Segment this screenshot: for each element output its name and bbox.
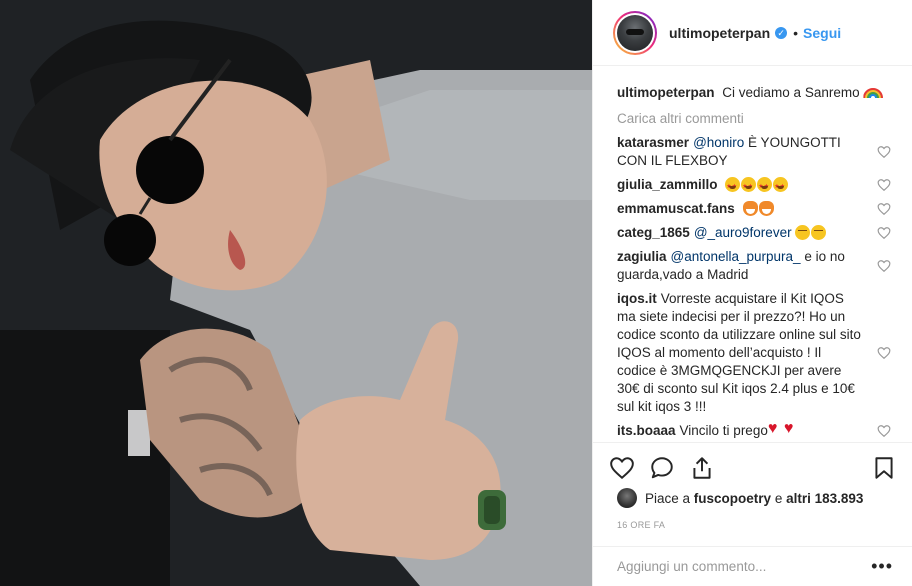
comment-row: iqos.it Vorreste acquistare il Kit IQOS m… [617,290,891,416]
liker-avatar[interactable] [617,488,637,508]
load-more-comments-link[interactable]: Carica altri commenti [617,110,889,128]
bookmark-icon[interactable] [871,455,897,481]
comment-mention[interactable]: @_auro9forever [694,225,792,240]
comment-username[interactable]: zagiulia [617,249,667,264]
star-struck-emoji-icon [773,177,789,196]
more-options-icon[interactable]: ••• [871,556,893,577]
likes-prefix: Piace a [645,490,691,506]
comment-input[interactable] [617,559,872,574]
comment-row: giulia_zammillo [617,176,891,196]
heart-icon[interactable] [609,455,635,481]
heart-outline-icon[interactable] [877,424,891,438]
post-timestamp[interactable]: 16 ORE FA [617,520,665,530]
comment-row: its.boaaa Vincilo ti prego [617,420,891,440]
heart-outline-icon[interactable] [877,346,891,360]
comment-text: Vorreste acquistare il Kit IQOS ma siete… [617,291,861,414]
comments-list[interactable]: ultimopeterpan Ci vediamo a Sanremo Cari… [593,66,912,442]
separator-dot: • [793,24,799,41]
comment-row: katarasmer @honiro È YOUNGOTTI CON IL FLE… [617,134,891,170]
comment-username[interactable]: emmamuscat.fans [617,201,735,216]
star-struck-emoji-icon [757,177,773,196]
share-icon[interactable] [689,455,715,481]
relieved-emoji-icon [795,225,811,240]
likes-middle: e [774,490,783,506]
heart-outline-icon[interactable] [877,202,891,216]
likes-count-link[interactable]: altri 183.893 [786,491,863,506]
post-photo[interactable] [0,0,592,586]
comment-row: categ_1865 @_auro9forever [617,224,891,242]
heart-outline-icon[interactable] [877,178,891,192]
rainbow-emoji-icon [863,85,878,100]
author-avatar[interactable] [613,10,657,55]
post-caption: ultimopeterpan Ci vediamo a Sanremo [617,84,889,102]
caption-text: Ci vediamo a Sanremo [722,85,860,100]
add-comment-bar: ••• [593,546,912,586]
liker-username[interactable]: fuscopoetry [694,491,771,506]
comment-row: zagiulia @antonella_purpura_ e io no guar… [617,248,891,284]
heart-outline-icon[interactable] [877,226,891,240]
star-struck-emoji-icon [741,177,757,196]
comment-row: emmamuscat.fans [617,200,891,218]
fox-emoji-icon [742,201,758,216]
comment-username[interactable]: iqos.it [617,291,657,306]
comment-mention[interactable]: @antonella_purpura_ [671,249,801,264]
author-avatar-image [617,14,653,51]
heart-outline-icon[interactable] [877,145,891,159]
caption-username[interactable]: ultimopeterpan [617,85,715,100]
verified-badge-icon: ✓ [775,26,788,39]
likes-summary: Piace a fuscopoetry e altri 183.893 [617,488,863,508]
post-header: ultimopeterpan ✓ • Segui [593,0,912,66]
comment-username[interactable]: giulia_zammillo [617,177,718,192]
comment-username[interactable]: categ_1865 [617,225,690,240]
broken-heart-emoji-icon [784,420,799,438]
star-struck-emoji-icon [725,177,741,196]
fox-emoji-icon [758,201,774,216]
post-photo-illustration [0,0,592,586]
broken-heart-emoji-icon [768,420,783,438]
comment-username[interactable]: katarasmer [617,135,689,150]
heart-outline-icon[interactable] [877,259,891,273]
post-actions-bar [593,442,912,492]
follow-button[interactable]: Segui [803,25,841,41]
comment-icon[interactable] [649,455,675,481]
relieved-emoji-icon [811,225,827,240]
comment-username[interactable]: its.boaaa [617,423,676,438]
comment-mention[interactable]: @honiro [693,135,744,150]
author-username[interactable]: ultimopeterpan [669,25,770,41]
post-side-panel: ultimopeterpan ✓ • Segui ultimopeterpan … [592,0,912,586]
comment-text: Vincilo ti prego [679,423,768,438]
